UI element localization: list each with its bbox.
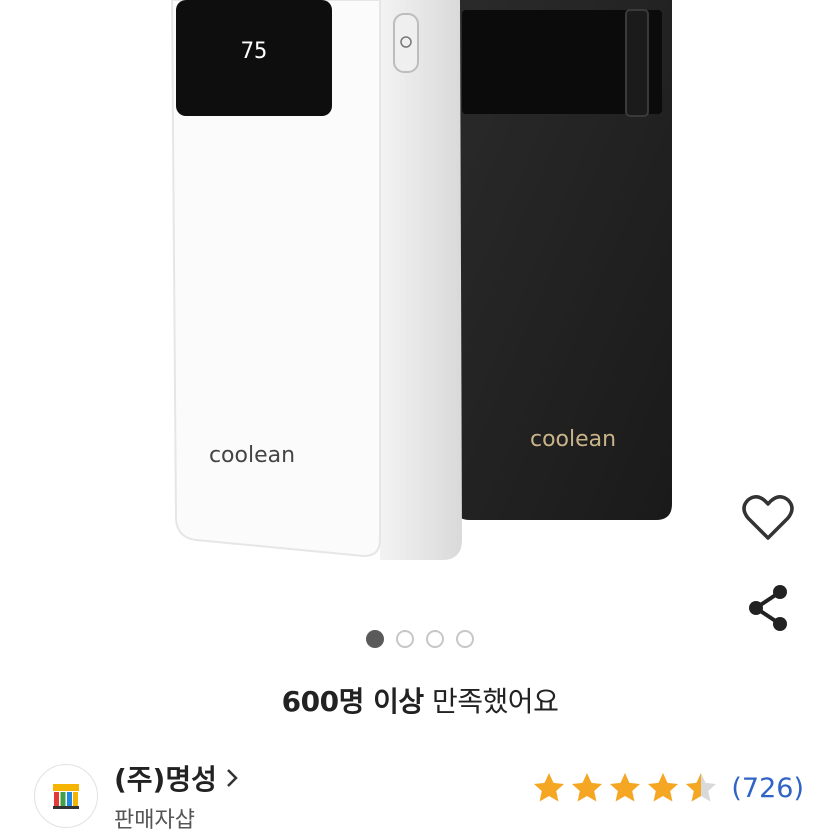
rating-stars bbox=[531, 770, 719, 806]
store-icon bbox=[53, 784, 79, 809]
carousel-dot[interactable] bbox=[366, 630, 384, 648]
half-star-icon bbox=[686, 773, 717, 802]
seller-info[interactable]: (주)명성 판매자샵 bbox=[34, 758, 239, 834]
chevron-right-icon bbox=[226, 769, 238, 787]
satisfaction-label: 만족했어요 bbox=[432, 685, 559, 718]
heart-icon bbox=[742, 495, 794, 540]
battery-display: 75 bbox=[241, 39, 268, 64]
star-icon bbox=[534, 773, 565, 802]
white-power-bank: 75 coolean bbox=[170, 0, 462, 560]
share-icon bbox=[749, 585, 787, 631]
star-icon bbox=[572, 773, 603, 802]
star-icon bbox=[648, 773, 679, 802]
satisfaction-count: 600명 이상 bbox=[281, 685, 424, 718]
share-button[interactable] bbox=[732, 578, 804, 638]
brand-logo-black: coolean bbox=[530, 427, 616, 452]
rating-count[interactable]: (726) bbox=[731, 773, 804, 804]
black-power-bank: coolean bbox=[448, 0, 672, 520]
carousel-dot[interactable] bbox=[396, 630, 414, 648]
image-carousel-dots bbox=[0, 630, 840, 648]
like-button[interactable] bbox=[732, 488, 804, 548]
seller-name: (주)명성 bbox=[114, 763, 217, 796]
star-icon bbox=[610, 773, 641, 802]
satisfaction-text: 600명 이상 만족했어요 bbox=[0, 680, 840, 720]
seller-logo bbox=[34, 764, 98, 828]
product-rating[interactable]: (726) bbox=[531, 770, 804, 806]
seller-type: 판매자샵 bbox=[114, 808, 195, 833]
brand-logo-white: coolean bbox=[209, 443, 295, 468]
product-image[interactable]: coolean 75 coolean bbox=[0, 0, 840, 620]
carousel-dot[interactable] bbox=[426, 630, 444, 648]
carousel-dot[interactable] bbox=[456, 630, 474, 648]
